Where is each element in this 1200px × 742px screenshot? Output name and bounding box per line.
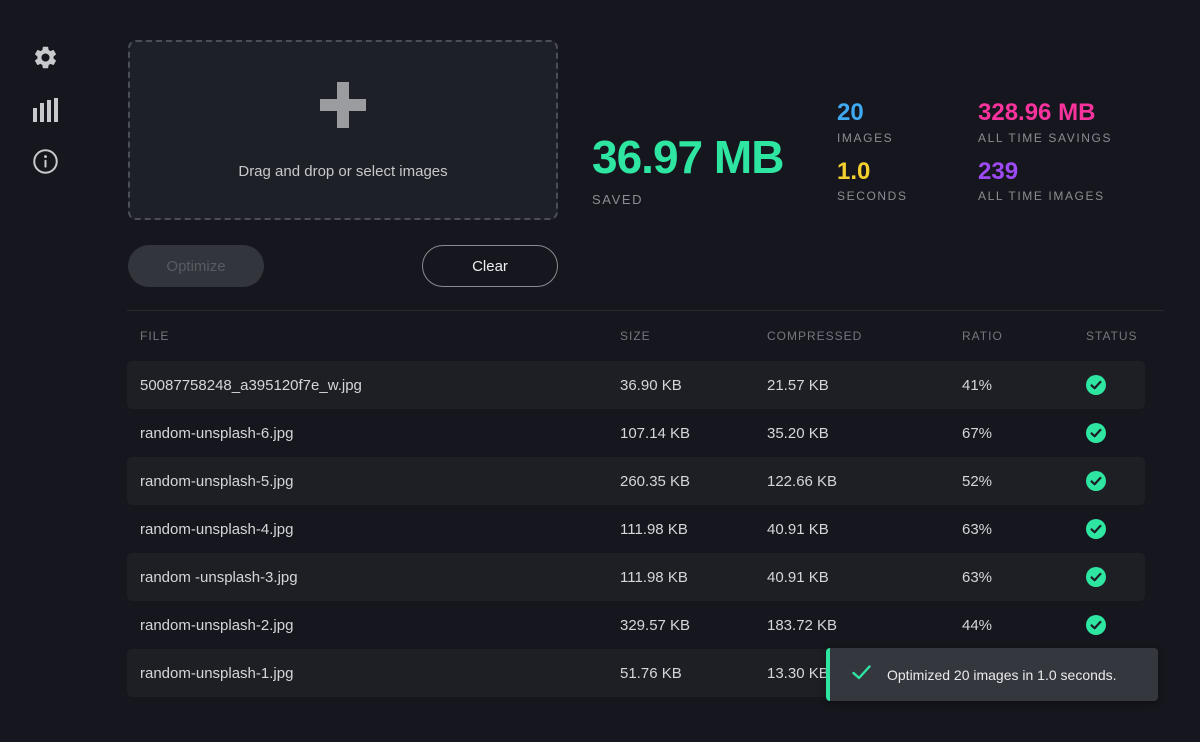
column-header-ratio: RATIO xyxy=(962,329,1077,343)
file-size: 329.57 KB xyxy=(620,617,767,634)
column-header-compressed: COMPRESSED xyxy=(767,329,962,343)
check-icon xyxy=(852,665,871,685)
session-stats: 20 IMAGES 1.0 SECONDS xyxy=(837,99,908,216)
file-name: 50087758248_a395120f7e_w.jpg xyxy=(127,377,620,394)
all-time-savings-value: 328.96 MB xyxy=(978,99,1112,127)
stat-all-time-images: 239 ALL TIME IMAGES xyxy=(978,158,1112,204)
compressed-size: 40.91 KB xyxy=(767,521,962,538)
info-icon xyxy=(32,148,59,180)
plus-icon xyxy=(320,82,366,133)
toast-notification[interactable]: Optimized 20 images in 1.0 seconds. xyxy=(826,648,1158,701)
file-size: 111.98 KB xyxy=(620,569,767,586)
compressed-size: 183.72 KB xyxy=(767,617,962,634)
all-time-savings-label: ALL TIME SAVINGS xyxy=(978,131,1112,145)
saved-label: SAVED xyxy=(592,192,783,207)
compressed-size: 35.20 KB xyxy=(767,425,962,442)
sidebar-item-settings[interactable] xyxy=(30,45,60,75)
optimize-button[interactable]: Optimize xyxy=(128,245,264,287)
column-header-size: SIZE xyxy=(620,329,767,343)
app-window: Drag and drop or select images 36.97 MB … xyxy=(0,0,1200,742)
table-row[interactable]: random-unsplash-6.jpg 107.14 KB 35.20 KB… xyxy=(127,409,1145,457)
file-name: random-unsplash-2.jpg xyxy=(127,617,620,634)
column-header-status: STATUS xyxy=(1077,329,1145,343)
saved-value: 36.97 MB xyxy=(592,131,783,184)
all-time-images-value: 239 xyxy=(978,158,1112,186)
toast-message: Optimized 20 images in 1.0 seconds. xyxy=(887,667,1117,683)
table-body: 50087758248_a395120f7e_w.jpg 36.90 KB 21… xyxy=(127,361,1145,697)
compression-ratio: 63% xyxy=(962,521,1077,538)
stat-all-time-savings: 328.96 MB ALL TIME SAVINGS xyxy=(978,99,1112,145)
status-check-icon xyxy=(1086,423,1106,443)
compression-ratio: 44% xyxy=(962,617,1077,634)
file-size: 111.98 KB xyxy=(620,521,767,538)
status-check-icon xyxy=(1086,471,1106,491)
seconds-value: 1.0 xyxy=(837,158,908,186)
all-time-images-label: ALL TIME IMAGES xyxy=(978,189,1112,203)
table-row[interactable]: random-unsplash-4.jpg 111.98 KB 40.91 KB… xyxy=(127,505,1145,553)
status-check-icon xyxy=(1086,615,1106,635)
table-header: FILE SIZE COMPRESSED RATIO STATUS xyxy=(127,311,1145,361)
sidebar-item-about[interactable] xyxy=(30,149,60,179)
file-size: 260.35 KB xyxy=(620,473,767,490)
images-value: 20 xyxy=(837,99,908,127)
compressed-size: 40.91 KB xyxy=(767,569,962,586)
table-row[interactable]: 50087758248_a395120f7e_w.jpg 36.90 KB 21… xyxy=(127,361,1145,409)
file-size: 107.14 KB xyxy=(620,425,767,442)
dropzone-label: Drag and drop or select images xyxy=(238,163,447,180)
file-name: random-unsplash-5.jpg xyxy=(127,473,620,490)
seconds-label: SECONDS xyxy=(837,189,908,203)
compression-ratio: 67% xyxy=(962,425,1077,442)
stat-seconds: 1.0 SECONDS xyxy=(837,158,908,204)
file-name: random-unsplash-4.jpg xyxy=(127,521,620,538)
status-check-icon xyxy=(1086,375,1106,395)
dropzone[interactable]: Drag and drop or select images xyxy=(128,40,558,220)
all-time-stats: 328.96 MB ALL TIME SAVINGS 239 ALL TIME … xyxy=(978,99,1112,216)
file-size: 51.76 KB xyxy=(620,665,767,682)
images-label: IMAGES xyxy=(837,131,908,145)
table-row[interactable]: random-unsplash-5.jpg 260.35 KB 122.66 K… xyxy=(127,457,1145,505)
gear-icon xyxy=(32,44,59,76)
compression-ratio: 63% xyxy=(962,569,1077,586)
table-row[interactable]: random -unsplash-3.jpg 111.98 KB 40.91 K… xyxy=(127,553,1145,601)
compression-ratio: 52% xyxy=(962,473,1077,490)
file-size: 36.90 KB xyxy=(620,377,767,394)
status-check-icon xyxy=(1086,567,1106,587)
sidebar xyxy=(0,0,90,742)
status-check-icon xyxy=(1086,519,1106,539)
column-header-file: FILE xyxy=(127,329,620,343)
stat-saved: 36.97 MB SAVED xyxy=(592,131,783,207)
compressed-size: 122.66 KB xyxy=(767,473,962,490)
bar-chart-icon xyxy=(30,95,60,130)
table-row[interactable]: random-unsplash-2.jpg 329.57 KB 183.72 K… xyxy=(127,601,1145,649)
file-name: random -unsplash-3.jpg xyxy=(127,569,620,586)
stat-images: 20 IMAGES xyxy=(837,99,908,145)
file-name: random-unsplash-6.jpg xyxy=(127,425,620,442)
compression-ratio: 41% xyxy=(962,377,1077,394)
results-table: FILE SIZE COMPRESSED RATIO STATUS 500877… xyxy=(127,311,1145,697)
file-name: random-unsplash-1.jpg xyxy=(127,665,620,682)
clear-button[interactable]: Clear xyxy=(422,245,558,287)
sidebar-item-stats[interactable] xyxy=(30,97,60,127)
compressed-size: 21.57 KB xyxy=(767,377,962,394)
